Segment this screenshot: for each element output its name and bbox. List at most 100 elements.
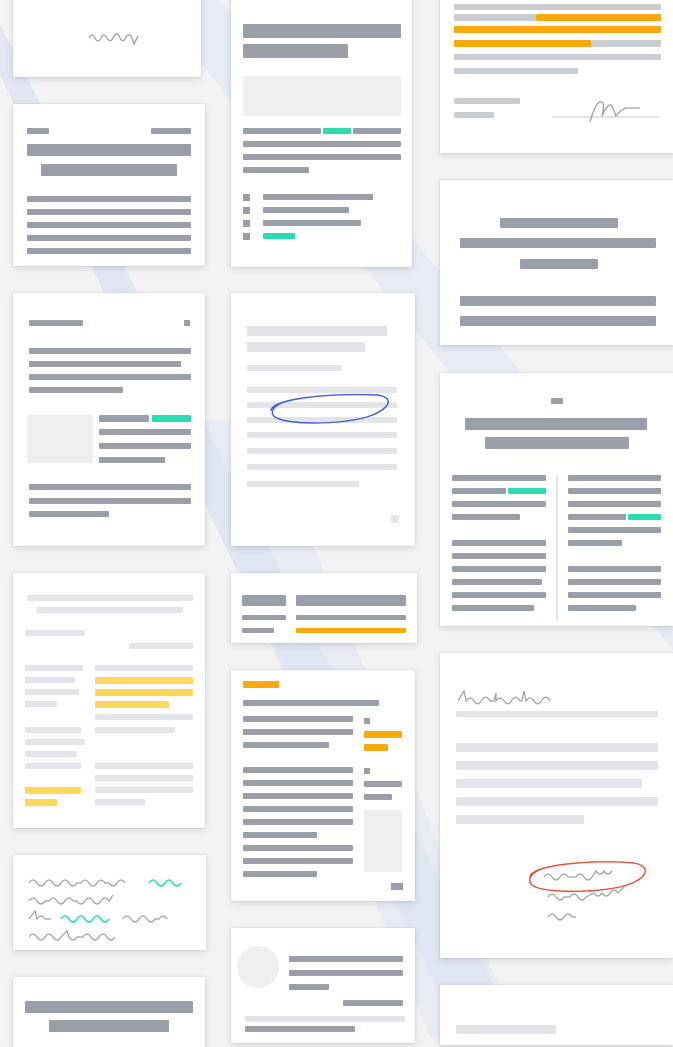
text-line-placeholder (568, 488, 661, 494)
text-line-placeholder (29, 348, 191, 354)
text-line-placeholder (247, 464, 397, 470)
text-line-placeholder (245, 1026, 355, 1032)
text-line-placeholder (25, 727, 81, 733)
text-line-placeholder (296, 615, 406, 620)
text-line-placeholder (296, 628, 406, 633)
text-line-placeholder (452, 488, 506, 494)
text-line-placeholder (27, 128, 49, 134)
invoice-card-center[interactable] (231, 670, 415, 901)
text-line-placeholder (27, 196, 191, 202)
text-line-placeholder (184, 320, 190, 326)
text-line-placeholder (95, 689, 193, 696)
signature-icon (589, 101, 640, 123)
text-line-placeholder (243, 845, 353, 851)
text-line-placeholder (29, 484, 191, 490)
text-line-placeholder (243, 858, 353, 864)
text-line-placeholder (243, 716, 353, 722)
text-line-placeholder (243, 793, 353, 799)
text-line-placeholder (364, 794, 392, 800)
text-line-placeholder (41, 164, 177, 176)
text-line-placeholder (27, 248, 191, 254)
text-line-placeholder (452, 540, 546, 546)
text-line-placeholder (243, 44, 348, 58)
text-line-placeholder (29, 498, 191, 504)
text-line-placeholder (99, 429, 191, 435)
text-line-placeholder (568, 566, 661, 572)
text-line-placeholder (454, 54, 661, 60)
profile-card-center-bottom[interactable] (231, 928, 415, 1043)
text-line-placeholder (456, 743, 658, 752)
text-line-placeholder (364, 744, 388, 751)
text-line-placeholder (551, 398, 563, 404)
text-line-placeholder (452, 475, 546, 481)
text-line-placeholder (456, 761, 658, 770)
text-line-placeholder (520, 259, 598, 269)
text-line-placeholder (95, 714, 193, 720)
text-line-placeholder (508, 488, 546, 494)
text-line-placeholder (568, 579, 661, 585)
text-line-placeholder (452, 553, 546, 559)
text-line-placeholder (568, 514, 626, 520)
table-strip-card-center[interactable] (231, 573, 417, 643)
partial-card-right-bottom[interactable] (440, 985, 673, 1045)
text-line-placeholder (243, 819, 353, 825)
summary-card-right[interactable] (440, 180, 673, 345)
text-line-placeholder (25, 1001, 193, 1013)
highlight-card-right-top[interactable] (440, 0, 673, 153)
text-line-placeholder (243, 700, 379, 706)
text-line-placeholder (95, 763, 193, 769)
text-line-placeholder (591, 40, 661, 47)
text-line-placeholder (500, 218, 618, 228)
text-line-placeholder (289, 956, 403, 962)
text-line-placeholder (27, 235, 191, 241)
text-line-placeholder (25, 665, 83, 671)
report-card-center-top[interactable] (231, 0, 412, 267)
text-line-placeholder (243, 832, 317, 838)
text-line-placeholder (243, 220, 250, 227)
text-line-placeholder (151, 128, 191, 134)
two-column-card-right[interactable] (440, 373, 673, 626)
text-line-placeholder (247, 365, 342, 371)
text-line-placeholder (263, 233, 295, 239)
text-line-placeholder (247, 342, 365, 352)
text-line-placeholder (99, 457, 165, 463)
text-line-placeholder (25, 689, 79, 695)
text-line-placeholder (465, 418, 647, 430)
text-line-placeholder (456, 711, 658, 717)
text-line-placeholder (247, 481, 359, 487)
text-line-placeholder (243, 871, 317, 877)
text-line-placeholder (364, 768, 370, 774)
text-line-placeholder (568, 540, 622, 546)
text-line-placeholder (25, 799, 57, 806)
text-line-placeholder (391, 883, 403, 890)
text-line-placeholder (364, 718, 370, 724)
text-line-placeholder (263, 194, 373, 200)
text-line-placeholder (25, 763, 81, 769)
text-line-placeholder (456, 797, 658, 806)
document-collage: { "colors": { "background": "#f3f3f5", "… (0, 0, 673, 1047)
form-card-left[interactable] (13, 293, 205, 546)
signature-card-top-left[interactable] (13, 0, 201, 77)
text-line-placeholder (454, 26, 661, 33)
text-line-placeholder (452, 514, 520, 520)
text-line-placeholder (364, 781, 402, 787)
text-line-placeholder (454, 112, 494, 118)
annotated-card-center[interactable] (231, 293, 415, 546)
text-line-placeholder (454, 14, 536, 21)
text-line-placeholder (243, 141, 401, 147)
text-line-placeholder (456, 815, 584, 824)
text-line-placeholder (456, 1025, 556, 1034)
ledger-card-left[interactable] (13, 573, 205, 828)
text-line-placeholder (29, 511, 109, 517)
image-placeholder (243, 76, 401, 116)
signed-letter-card-right[interactable] (440, 653, 673, 958)
letter-card-left[interactable] (13, 104, 205, 266)
handwritten-note-card-left[interactable] (13, 855, 206, 950)
text-line-placeholder (568, 592, 661, 598)
text-line-placeholder (27, 144, 191, 156)
text-line-placeholder (452, 566, 546, 572)
avatar-placeholder (237, 946, 279, 988)
text-line-placeholder (27, 222, 191, 228)
text-line-placeholder (289, 984, 329, 990)
text-line-placeholder (99, 443, 191, 449)
